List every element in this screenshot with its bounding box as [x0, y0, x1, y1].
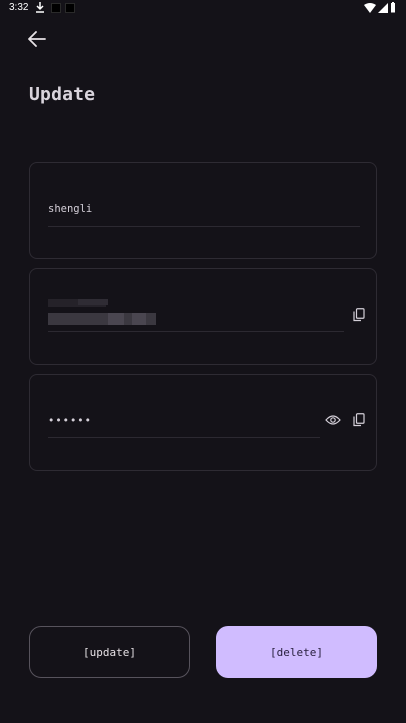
copy-button[interactable] [350, 306, 368, 324]
username-value[interactable]: shengli [48, 203, 92, 215]
arrow-back-icon [28, 31, 46, 47]
account-field[interactable] [29, 268, 377, 365]
notification-icon [51, 3, 61, 13]
field-underline [48, 226, 360, 227]
redacted-value [48, 299, 158, 325]
status-bar: 3:32 [0, 0, 406, 16]
status-time: 3:32 [9, 2, 29, 13]
copy-button[interactable] [350, 411, 368, 429]
back-button[interactable] [26, 28, 48, 50]
username-field[interactable]: shengli [29, 162, 377, 259]
password-value[interactable]: •••••• [48, 415, 92, 427]
delete-button[interactable]: [delete] [216, 626, 377, 678]
update-button[interactable]: [update] [29, 626, 190, 678]
field-underline [48, 437, 320, 438]
password-field[interactable]: •••••• [29, 374, 377, 471]
show-password-button[interactable] [324, 411, 342, 429]
screen: 3:32 Update shengli •••••• [update] [del… [0, 0, 406, 723]
copy-icon [353, 308, 365, 322]
battery-icon [391, 2, 395, 13]
page-title: Update [29, 84, 96, 105]
notification-icon [65, 3, 75, 13]
copy-icon [353, 413, 365, 427]
wifi-icon [364, 2, 376, 13]
download-icon [36, 2, 44, 13]
eye-icon [325, 415, 341, 425]
field-underline [48, 331, 344, 332]
signal-icon [378, 2, 388, 13]
status-icons [364, 2, 396, 13]
